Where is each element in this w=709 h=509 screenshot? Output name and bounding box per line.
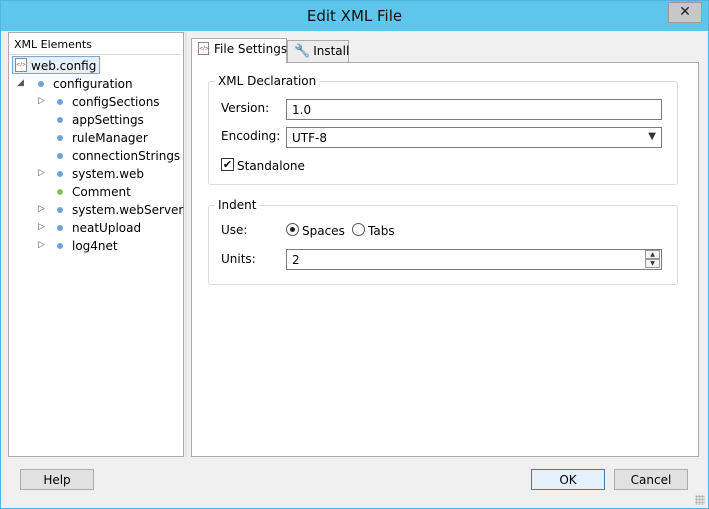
expand-arrow-icon[interactable]: ▷	[38, 222, 46, 232]
spaces-label: Spaces	[302, 224, 345, 238]
encoding-value: UTF-8	[292, 131, 327, 145]
tab-install[interactable]: 🔧 Install	[287, 40, 349, 62]
tree-header: XML Elements	[9, 33, 181, 55]
tab-file-settings[interactable]: File Settings	[191, 38, 287, 63]
indent-group: Indent Use: Spaces Tabs Units: 2 ▲ ▼	[208, 198, 678, 285]
tab-label: File Settings	[214, 42, 288, 56]
element-node-icon	[57, 207, 63, 213]
xml-file-icon	[198, 42, 209, 55]
tree-node-label: configuration	[53, 77, 133, 91]
resize-grip-icon[interactable]	[695, 495, 705, 505]
tab-label: Install	[313, 44, 350, 58]
panel-splitter[interactable]	[185, 32, 187, 457]
tree-node-label: system.webServer	[72, 203, 184, 217]
units-label: Units:	[221, 252, 256, 266]
element-node-icon	[57, 99, 63, 105]
window-title: Edit XML File	[306, 7, 403, 25]
group-title: Indent	[215, 198, 260, 212]
cancel-button[interactable]: Cancel	[614, 469, 688, 490]
element-node-icon	[57, 135, 63, 141]
xml-file-icon	[15, 58, 27, 72]
spin-up-icon[interactable]: ▲	[645, 250, 660, 259]
element-node-icon	[57, 117, 63, 123]
element-node-icon	[38, 81, 44, 87]
encoding-select[interactable]: UTF-8 ▼	[286, 127, 662, 148]
tree-node-label: ruleManager	[72, 131, 148, 145]
tree-root-label: web.config	[31, 59, 97, 73]
units-value: 2	[292, 253, 300, 267]
tree-node-label: appSettings	[72, 113, 144, 127]
element-node-icon	[57, 243, 63, 249]
close-button[interactable]: ✕	[668, 2, 702, 23]
tree-node-label: connectionStrings	[72, 149, 181, 163]
version-input[interactable]: 1.0	[286, 99, 662, 120]
tabs-label: Tabs	[368, 224, 395, 238]
tree-node-label: system.web	[72, 167, 145, 181]
tree-node-label: configSections	[72, 95, 160, 109]
spin-down-icon[interactable]: ▼	[645, 259, 660, 268]
tabs-radio[interactable]	[352, 223, 365, 236]
expand-arrow-icon[interactable]: ▷	[38, 96, 46, 106]
use-label: Use:	[221, 223, 248, 237]
title-bar[interactable]: Edit XML File ✕	[1, 1, 708, 31]
encoding-label: Encoding:	[221, 129, 281, 143]
element-node-icon	[57, 171, 63, 177]
tree-node-label: neatUpload	[72, 221, 142, 235]
tree-root-node[interactable]: web.config	[12, 56, 101, 74]
version-label: Version:	[221, 101, 270, 115]
chevron-down-icon: ▼	[648, 131, 656, 142]
file-settings-panel: XML Declaration Version: 1.0 Encoding: U…	[191, 62, 699, 457]
expand-arrow-icon[interactable]: ▷	[38, 240, 46, 250]
tree-node-label: Comment	[72, 185, 131, 199]
standalone-label: Standalone	[237, 159, 305, 173]
help-button[interactable]: Help	[20, 469, 94, 490]
xml-elements-tree[interactable]: XML Elements web.config ◢ configuration …	[8, 32, 184, 457]
element-node-icon	[57, 225, 63, 231]
spaces-radio[interactable]	[286, 223, 299, 236]
edit-xml-dialog: Edit XML File ✕ XML Elements web.config …	[0, 0, 709, 509]
tree-node-label: log4net	[72, 239, 118, 253]
units-stepper[interactable]: 2 ▲ ▼	[286, 249, 662, 270]
group-title: XML Declaration	[215, 74, 320, 88]
collapse-arrow-icon[interactable]: ◢	[17, 78, 25, 88]
element-node-icon	[57, 153, 63, 159]
standalone-checkbox[interactable]: ✔	[221, 158, 234, 171]
comment-node-icon	[57, 189, 63, 195]
ok-button[interactable]: OK	[531, 469, 605, 490]
expand-arrow-icon[interactable]: ▷	[38, 168, 46, 178]
wrench-icon: 🔧	[294, 44, 311, 59]
expand-arrow-icon[interactable]: ▷	[38, 204, 46, 214]
xml-declaration-group: XML Declaration Version: 1.0 Encoding: U…	[208, 74, 678, 185]
